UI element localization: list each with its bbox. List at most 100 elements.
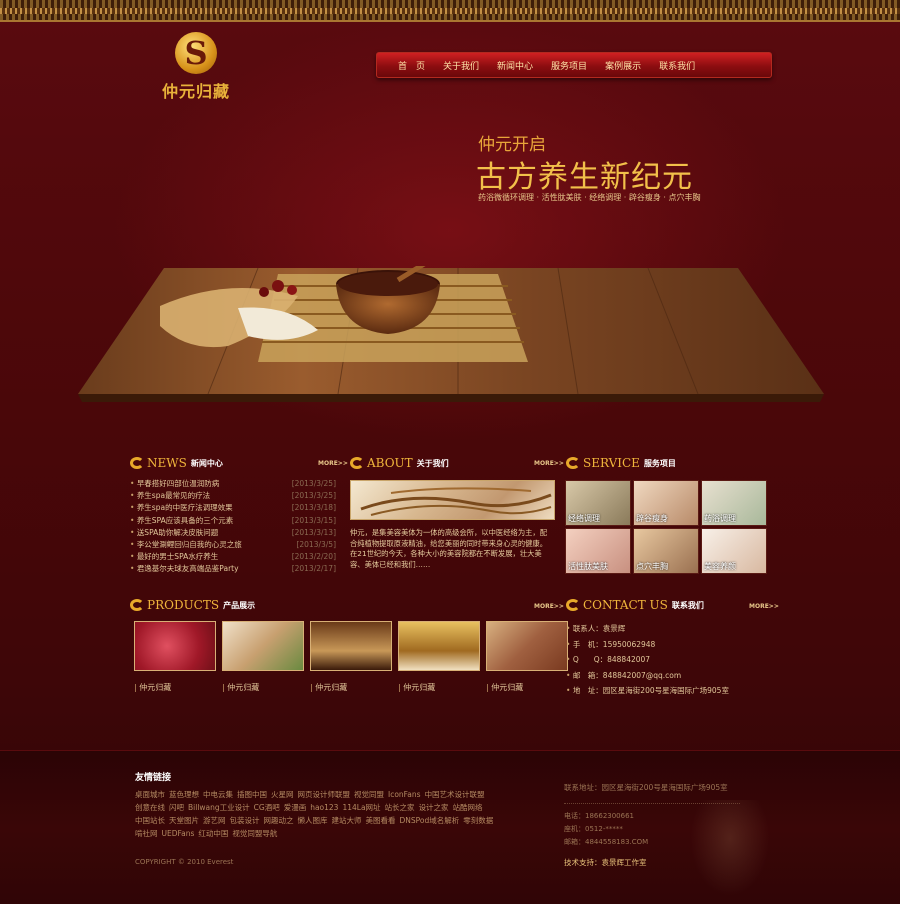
service-label: 美容养颜 <box>704 562 736 571</box>
product-image[interactable] <box>222 621 304 671</box>
friend-link[interactable]: 爱漫画 <box>284 803 307 812</box>
news-title[interactable]: 最好的男士SPA水疗养生 <box>130 551 218 563</box>
friend-link[interactable]: 蓝色理想 <box>169 790 199 799</box>
friend-link[interactable]: DNSPod域名解析 <box>400 816 460 825</box>
friend-link[interactable]: 桌面城市 <box>135 790 165 799</box>
friend-link[interactable]: 创意在线 <box>135 803 165 812</box>
service-item[interactable]: 药浴调理 <box>701 480 767 526</box>
product-label[interactable]: 仲元归藏 <box>398 682 480 693</box>
product-item[interactable]: 仲元归藏 <box>398 621 480 693</box>
footer-decoration <box>690 800 770 896</box>
contact-qq: Q Q：848842007 <box>566 652 729 668</box>
product-item[interactable]: 仲元归藏 <box>222 621 304 693</box>
contact-address: 地 址：园区星海街200号星海国际广场905室 <box>566 683 729 699</box>
list-item[interactable]: 李公堂涮鲤回归自我的心灵之旅 [2013/3/5] <box>130 539 336 551</box>
section-swirl-icon <box>566 457 580 469</box>
news-title[interactable]: 君逸基尔夫球友高端品鉴Party <box>130 563 239 575</box>
list-item[interactable]: 养生SPA应该具备的三个元素 [2013/3/15] <box>130 515 336 527</box>
nav-item-contact[interactable]: 联系我们 <box>650 59 704 72</box>
friend-link[interactable]: 红动中国 <box>198 829 228 838</box>
friend-link[interactable]: 零刻数据 <box>463 816 493 825</box>
list-item[interactable]: 养生spa最常见的疗法 [2013/3/25] <box>130 490 336 502</box>
friend-link[interactable]: 美图看看 <box>366 816 396 825</box>
friend-link[interactable]: Billwang工业设计 <box>188 803 250 812</box>
friend-link[interactable]: 中国站长 <box>135 816 165 825</box>
product-label[interactable]: 仲元归藏 <box>486 682 568 693</box>
service-item[interactable]: 经络调理 <box>565 480 631 526</box>
contact-email[interactable]: 邮 箱：848842007@qq.com <box>566 668 729 684</box>
logo-text: 仲元归藏 <box>161 82 230 101</box>
news-title[interactable]: 早春搭好四部位温润防病 <box>130 478 220 490</box>
product-label[interactable]: 仲元归藏 <box>134 682 216 693</box>
news-more-link[interactable]: MORE>> <box>318 460 348 467</box>
friend-links-title: 友情链接 <box>135 773 172 783</box>
product-label[interactable]: 仲元归藏 <box>310 682 392 693</box>
list-item[interactable]: 君逸基尔夫球友高端品鉴Party [2013/2/17] <box>130 563 336 575</box>
friend-link[interactable]: 游艺网 <box>203 816 226 825</box>
friend-link[interactable]: 插图中国 <box>237 790 267 799</box>
news-title[interactable]: 李公堂涮鲤回归自我的心灵之旅 <box>130 539 242 551</box>
friend-link[interactable]: 视觉同盟 <box>354 790 384 799</box>
page: S 仲元归藏 首 页 关于我们 新闻中心 服务项目 案例展示 联系我们 仲元开启… <box>0 0 900 904</box>
friend-link[interactable]: UEDFans <box>162 829 195 838</box>
nav-item-news[interactable]: 新闻中心 <box>488 59 542 72</box>
about-description: 仲元，是集美容美体为一体的高级会所，以中医经络为主，配合纯植物提取原液精油，给您… <box>350 528 548 569</box>
friend-link[interactable]: 中国艺术设计联盟 <box>425 790 485 799</box>
friend-link[interactable]: 懒人图库 <box>298 816 328 825</box>
footer-divider <box>564 803 740 804</box>
about-more-link[interactable]: MORE>> <box>534 460 564 467</box>
logo[interactable]: S 仲元归藏 <box>156 32 236 102</box>
service-heading-en: SERVICE <box>583 456 640 470</box>
products-heading-en: PRODUCTS <box>147 598 220 612</box>
about-image <box>350 480 555 520</box>
news-title[interactable]: 养生spa最常见的疗法 <box>130 490 210 502</box>
friend-link[interactable]: 114La网址 <box>342 803 380 812</box>
list-item[interactable]: 送SPA助你解决皮肤问题 [2013/3/13] <box>130 527 336 539</box>
friend-link[interactable]: 天堂图片 <box>169 816 199 825</box>
friend-link[interactable]: 啃社网 <box>135 829 158 838</box>
service-item[interactable]: 美容养颜 <box>701 528 767 574</box>
nav-item-services[interactable]: 服务项目 <box>542 59 596 72</box>
friend-link[interactable]: 包装设计 <box>230 816 260 825</box>
news-title[interactable]: 送SPA助你解决皮肤问题 <box>130 527 218 539</box>
list-item[interactable]: 最好的男士SPA水疗养生 [2013/2/20] <box>130 551 336 563</box>
friend-link[interactable]: 闪吧 <box>169 803 184 812</box>
product-item[interactable]: 仲元归藏 <box>486 621 568 693</box>
friend-link[interactable]: 站长之家 <box>385 803 415 812</box>
service-item[interactable]: 辟谷瘦身 <box>633 480 699 526</box>
service-item[interactable]: 点穴丰胸 <box>633 528 699 574</box>
friend-link[interactable]: CG酒吧 <box>254 803 280 812</box>
news-heading: NEWS 新闻中心 <box>130 455 223 471</box>
product-image[interactable] <box>486 621 568 671</box>
products-more-link[interactable]: MORE>> <box>534 603 564 610</box>
product-image[interactable] <box>310 621 392 671</box>
footer-email[interactable]: 邮箱：4844558183.COM <box>564 836 648 849</box>
friend-link[interactable]: 网页设计师联盟 <box>298 790 351 799</box>
friend-link[interactable]: 设计之家 <box>419 803 449 812</box>
friend-link[interactable]: hao123 <box>310 803 338 812</box>
news-list: 早春搭好四部位温润防病 [2013/3/25] 养生spa最常见的疗法 [2013/… <box>130 478 336 576</box>
nav-item-home[interactable]: 首 页 <box>389 59 434 72</box>
news-title[interactable]: 养生spa的中医疗法调理效果 <box>130 502 233 514</box>
nav-item-cases[interactable]: 案例展示 <box>596 59 650 72</box>
friend-link[interactable]: 建站大师 <box>332 816 362 825</box>
friend-link[interactable]: 视觉同盟导航 <box>232 829 277 838</box>
friend-link[interactable]: 中电云集 <box>203 790 233 799</box>
friend-link[interactable]: 网趣动之 <box>264 816 294 825</box>
contact-heading-en: CONTACT US <box>583 598 668 612</box>
contact-more-link[interactable]: MORE>> <box>749 603 779 610</box>
service-item[interactable]: 活性肽美肤 <box>565 528 631 574</box>
nav-item-about[interactable]: 关于我们 <box>434 59 488 72</box>
news-title[interactable]: 养生SPA应该具备的三个元素 <box>130 515 233 527</box>
product-image[interactable] <box>398 621 480 671</box>
news-heading-en: NEWS <box>147 456 187 470</box>
product-item[interactable]: 仲元归藏 <box>310 621 392 693</box>
friend-link[interactable]: 火星网 <box>271 790 294 799</box>
product-label[interactable]: 仲元归藏 <box>222 682 304 693</box>
list-item[interactable]: 早春搭好四部位温润防病 [2013/3/25] <box>130 478 336 490</box>
friend-link[interactable]: IconFans <box>388 790 421 799</box>
list-item[interactable]: 养生spa的中医疗法调理效果 [2013/3/18] <box>130 502 336 514</box>
product-item[interactable]: 仲元归藏 <box>134 621 216 693</box>
product-image[interactable] <box>134 621 216 671</box>
friend-link[interactable]: 站酷网络 <box>453 803 483 812</box>
